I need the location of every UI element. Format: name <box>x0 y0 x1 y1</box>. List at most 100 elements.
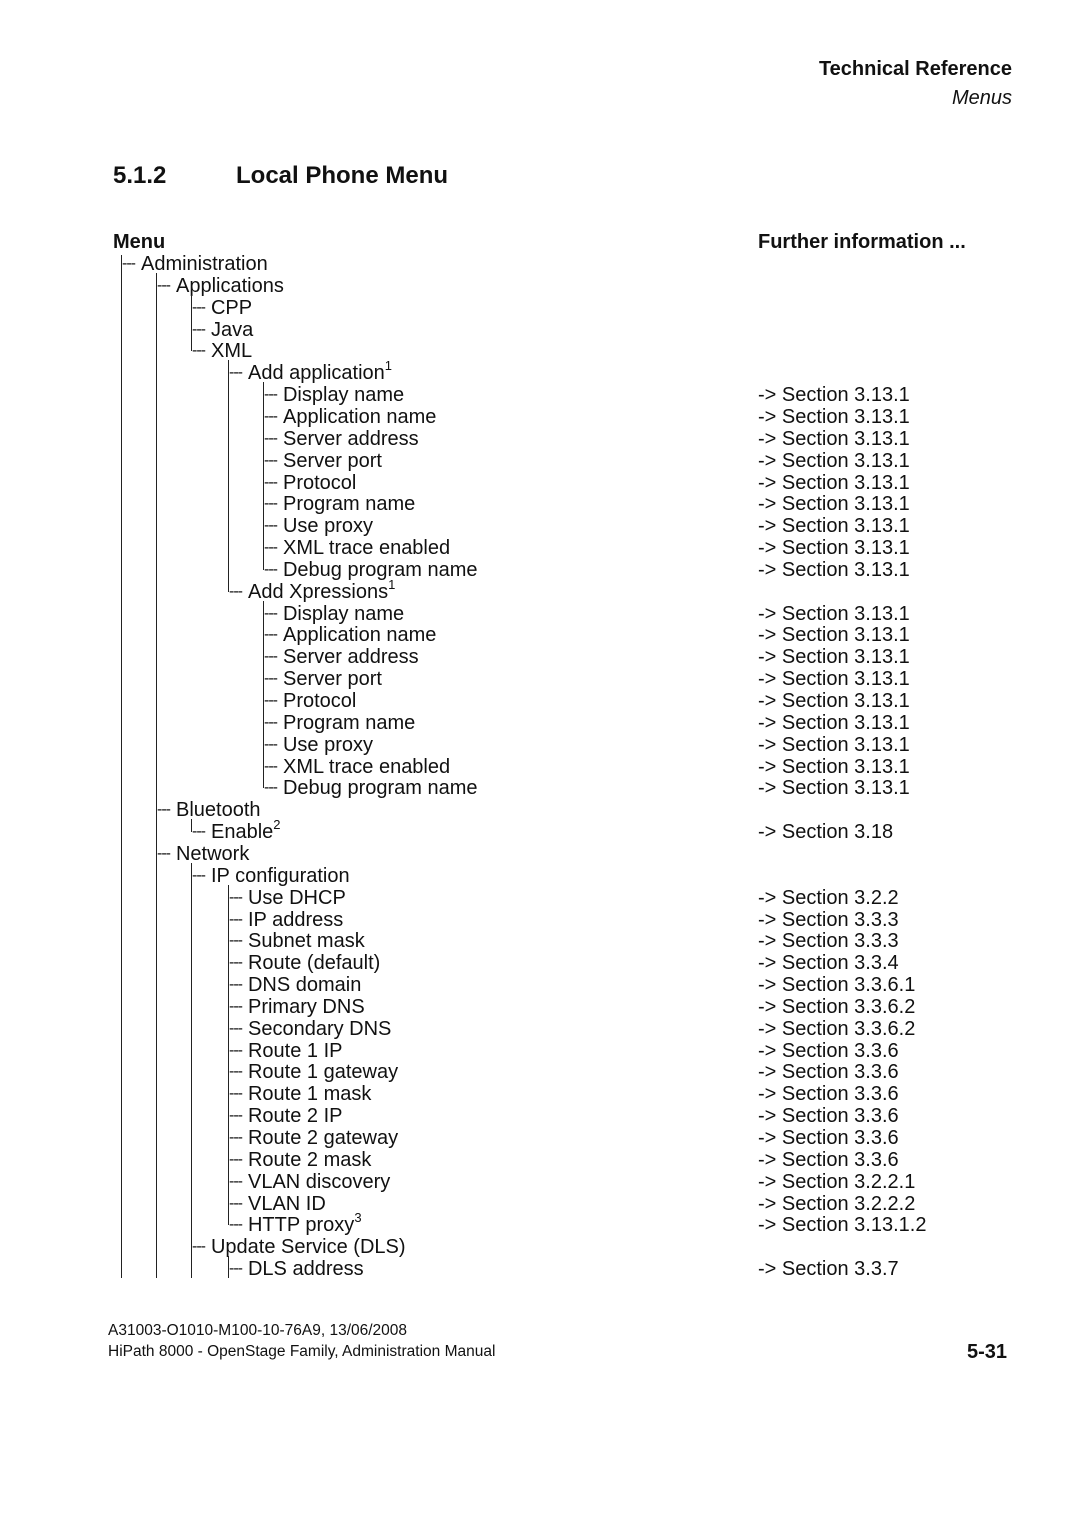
tree-item: --- Route 2 mask <box>229 1149 371 1171</box>
tree-item: --- Add Xpressions1 <box>229 578 395 603</box>
tree-item-label: Server port <box>282 449 382 472</box>
tree-connector: --- <box>229 910 243 928</box>
tree-item: --- Display name <box>264 384 404 406</box>
tree-connector: --- <box>192 298 206 316</box>
tree-item: --- Display name <box>264 603 404 625</box>
tree-connector: --- <box>264 604 278 622</box>
tree-connector: --- <box>192 320 206 338</box>
tree-connector: --- <box>229 1107 243 1125</box>
tree-item-label: Application name <box>282 624 437 647</box>
tree-item: --- Java <box>192 319 253 341</box>
tree-item-label: Server address <box>282 427 419 450</box>
tree-connector: --- <box>229 1063 243 1081</box>
tree-item-label: Add application <box>247 362 385 385</box>
tree-item-label: Route 1 gateway <box>247 1061 399 1084</box>
section-reference: -> Section 3.3.6 <box>758 1148 899 1171</box>
tree-guide-line <box>263 600 265 789</box>
footnote-marker: 1 <box>388 576 396 592</box>
tree-item: --- Enable2 <box>192 818 281 843</box>
tree-item: --- Route 1 IP <box>229 1040 343 1062</box>
tree-item: --- VLAN ID <box>229 1193 326 1215</box>
tree-item: --- Server port <box>264 450 382 472</box>
tree-item: --- Server port <box>264 668 382 690</box>
section-reference: -> Section 3.13.1 <box>758 624 910 647</box>
tree-item-label: XML trace enabled <box>282 537 451 560</box>
tree-connector: --- <box>264 451 278 469</box>
tree-item: --- Debug program name <box>264 777 478 799</box>
section-reference: -> Section 3.13.1.2 <box>758 1214 927 1237</box>
tree-item: --- Network <box>157 843 249 865</box>
section-reference: -> Section 3.3.7 <box>758 1258 899 1281</box>
section-reference: -> Section 3.13.1 <box>758 537 910 560</box>
tree-item: --- Use proxy <box>264 515 373 537</box>
tree-guide-line <box>228 1256 230 1278</box>
section-reference: -> Section 3.13.1 <box>758 384 910 407</box>
footnote-marker: 1 <box>384 358 392 374</box>
tree-connector: --- <box>157 844 171 862</box>
tree-item-label: Display name <box>282 602 405 625</box>
tree-item-label: Route (default) <box>247 952 381 975</box>
tree-item: --- XML <box>192 340 252 362</box>
tree-item-label: Applications <box>175 274 284 297</box>
tree-connector: --- <box>229 1194 243 1212</box>
tree-item-label: XML <box>210 340 253 363</box>
tree-item: --- Route 2 IP <box>229 1105 343 1127</box>
tree-guide-line <box>228 884 230 1226</box>
tree-item: --- Route 1 mask <box>229 1083 371 1105</box>
section-reference: -> Section 3.13.1 <box>758 405 910 428</box>
tree-item: --- HTTP proxy3 <box>229 1211 362 1236</box>
tree-item-label: Route 2 IP <box>247 1105 343 1128</box>
tree-connector: --- <box>264 735 278 753</box>
section-reference: -> Section 3.18 <box>758 821 894 844</box>
tree-item-label: IP address <box>247 908 344 931</box>
tree-connector: --- <box>264 560 278 578</box>
tree-connector: --- <box>229 1150 243 1168</box>
section-reference: -> Section 3.13.1 <box>758 646 910 669</box>
tree-item: --- Program name <box>264 712 415 734</box>
tree-item-label: Add Xpressions <box>247 580 389 603</box>
tree-item-label: Application name <box>282 405 437 428</box>
section-reference: -> Section 3.13.1 <box>758 449 910 472</box>
tree-item-label: Route 1 IP <box>247 1039 343 1062</box>
tree-item: --- Application name <box>264 624 436 646</box>
tree-item-label: Program name <box>282 711 416 734</box>
section-reference: -> Section 3.13.1 <box>758 558 910 581</box>
tree-item-label: Bluetooth <box>175 799 261 822</box>
tree-item-label: Use proxy <box>282 515 374 538</box>
menu-tree: --- Administration --- Applications --- CPP --… <box>0 0 1080 1528</box>
footnote-marker: 2 <box>273 817 281 833</box>
section-reference: -> Section 3.13.1 <box>758 690 910 712</box>
tree-item: --- Update Service (DLS) <box>192 1236 406 1258</box>
tree-item-label: Server port <box>282 668 382 691</box>
tree-item-label: Protocol <box>282 471 357 494</box>
tree-item: --- IP configuration <box>192 865 350 887</box>
tree-item-label: Administration <box>140 253 268 275</box>
tree-item-label: Use DHCP <box>247 886 346 909</box>
section-reference: -> Section 3.3.6 <box>758 1083 899 1106</box>
tree-connector: --- <box>229 1172 243 1190</box>
section-reference: -> Section 3.2.2.1 <box>758 1170 916 1193</box>
tree-item-label: Java <box>210 318 254 341</box>
tree-item-label: Route 1 mask <box>247 1083 372 1106</box>
tree-item: --- Server address <box>264 646 419 668</box>
section-reference: -> Section 3.3.6.2 <box>758 1017 916 1040</box>
tree-item: --- Protocol <box>264 690 356 712</box>
tree-item: --- CPP <box>192 297 252 319</box>
section-reference: -> Section 3.13.1 <box>758 777 910 800</box>
tree-guide-line <box>191 819 193 833</box>
tree-item: --- Use DHCP <box>229 887 346 909</box>
section-reference: -> Section 3.13.1 <box>758 493 910 516</box>
tree-connector: --- <box>264 495 278 513</box>
tree-item-label: Protocol <box>282 690 357 712</box>
tree-connector: --- <box>264 779 278 797</box>
tree-item-label: Route 2 mask <box>247 1148 372 1171</box>
tree-guide-line <box>121 255 123 1278</box>
tree-connector: --- <box>264 713 278 731</box>
tree-connector: --- <box>229 997 243 1015</box>
tree-connector: --- <box>264 429 278 447</box>
section-reference: -> Section 3.3.4 <box>758 952 899 975</box>
tree-item-label: DLS address <box>247 1258 364 1281</box>
tree-connector: --- <box>264 648 278 666</box>
tree-item: --- DNS domain <box>229 974 361 996</box>
tree-connector: --- <box>192 342 206 360</box>
